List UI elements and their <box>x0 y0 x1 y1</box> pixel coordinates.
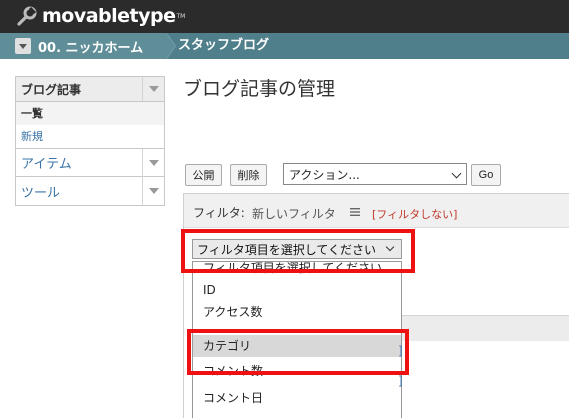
chevron-down-icon <box>148 188 159 194</box>
sidebar-section-label: ブログ記事 <box>21 82 82 97</box>
sidebar-section-toggle[interactable] <box>142 77 164 101</box>
highlight-box-select <box>181 229 415 273</box>
page-title: ブログ記事の管理 <box>183 78 336 100</box>
list-icon[interactable] <box>350 208 360 216</box>
chevron-down-icon <box>19 43 27 49</box>
filter-option[interactable]: アクセス数 <box>193 301 401 323</box>
brand-name: movabletype <box>42 5 176 27</box>
delete-button[interactable]: 削除 <box>230 164 267 186</box>
top-bar: movabletype TM <box>0 0 569 33</box>
sidebar-item-label: アイテム <box>21 157 72 172</box>
chevron-down-icon <box>148 86 159 92</box>
site-menu-button[interactable] <box>15 38 31 54</box>
highlight-box-category <box>187 329 409 375</box>
chevron-down-icon <box>148 159 159 166</box>
site-name[interactable]: 00. ニッカホーム <box>38 37 143 56</box>
chevron-down-icon <box>451 168 462 179</box>
blog-name[interactable]: スタッフブログ <box>178 33 269 59</box>
sidebar-item-list[interactable]: 一覧 <box>15 102 165 125</box>
go-button[interactable]: Go <box>471 164 501 186</box>
breadcrumb: 00. ニッカホーム スタッフブログ <box>0 33 569 59</box>
clear-filter-link[interactable]: [フィルタしない] <box>372 206 457 222</box>
action-select-value: アクション... <box>289 167 360 182</box>
trademark: TM <box>176 12 186 20</box>
sidebar-item-items[interactable]: アイテム <box>15 148 165 177</box>
sidebar-section-entries[interactable]: ブログ記事 <box>15 76 165 102</box>
filter-option[interactable]: コメント日 <box>193 387 401 409</box>
site-switcher[interactable]: 00. ニッカホーム <box>0 33 166 59</box>
sidebar-item-new[interactable]: 新規 <box>15 125 165 148</box>
sidebar-item-toggle[interactable] <box>142 148 164 177</box>
filter-option[interactable]: ID <box>193 279 401 301</box>
movabletype-logo-icon <box>17 6 37 26</box>
current-filter-name[interactable]: 新しいフィルタ <box>252 205 336 222</box>
filter-label: フィルタ: <box>193 206 245 220</box>
sidebar: ブログ記事 一覧 新規 アイテム ツール <box>15 76 165 206</box>
entry-link-fragment[interactable]: ] <box>398 374 403 388</box>
sidebar-item-label: ツール <box>21 185 61 201</box>
sidebar-item-tools[interactable]: ツール <box>15 177 165 206</box>
filter-panel: フィルタ: 新しいフィルタ [フィルタしない] フィルタ項目を選択してください … <box>183 193 569 418</box>
publish-button[interactable]: 公開 <box>185 164 222 186</box>
breadcrumb-arrow <box>166 33 175 59</box>
sidebar-item-toggle[interactable] <box>142 177 164 205</box>
table-header <box>400 315 569 341</box>
logo[interactable]: movabletype TM <box>16 4 185 28</box>
action-select[interactable]: アクション... <box>283 163 467 185</box>
filter-header: フィルタ: 新しいフィルタ [フィルタしない] <box>184 194 569 228</box>
